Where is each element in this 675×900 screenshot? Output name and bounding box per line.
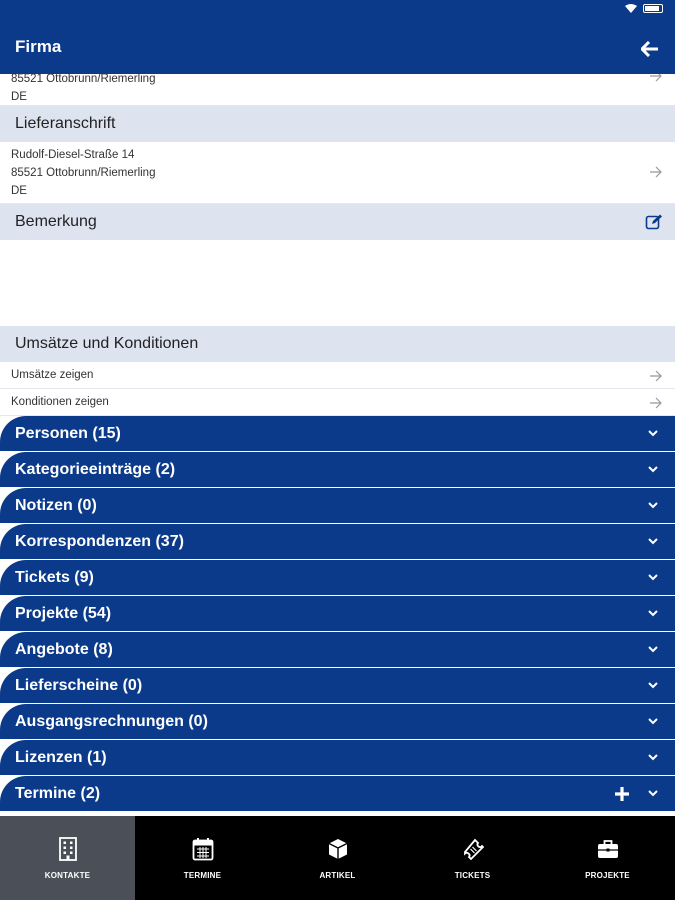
nav-label: PROJEKTE <box>585 870 630 880</box>
battery-icon <box>643 4 663 13</box>
chevron-down-icon <box>648 574 658 581</box>
arrow-right-icon <box>650 370 662 382</box>
remark-text-area[interactable] <box>0 240 675 326</box>
link-label: Konditionen zeigen <box>11 396 109 408</box>
section-title: Lieferanschrift <box>15 115 116 132</box>
nav-item-projects[interactable]: PROJEKTE <box>540 816 675 900</box>
conditions-link-row[interactable]: Konditionen zeigen <box>0 389 675 416</box>
group-row-persons[interactable]: Personen (15) <box>0 416 675 452</box>
chevron-down-icon <box>648 610 658 617</box>
link-label: Umsätze zeigen <box>11 369 94 381</box>
briefcase-icon <box>597 839 618 858</box>
section-title: Umsätze und Konditionen <box>15 335 199 352</box>
section-header-sales: Umsätze und Konditionen <box>0 326 675 362</box>
chevron-down-icon <box>648 754 658 761</box>
address-line: 85521 Ottobrunn/Riemerling <box>11 167 156 179</box>
nav-item-tickets[interactable]: TICKETS <box>405 816 540 900</box>
group-row-delivery-notes[interactable]: Lieferscheine (0) <box>0 668 675 704</box>
arrow-right-icon <box>650 166 662 178</box>
group-row-invoices[interactable]: Ausgangsrechnungen (0) <box>0 704 675 740</box>
group-row-categories[interactable]: Kategorieeinträge (2) <box>0 452 675 488</box>
ticket-icon <box>463 838 484 860</box>
billing-address-row[interactable]: 85521 Ottobrunn/Riemerling DE <box>0 74 675 106</box>
arrow-right-icon <box>650 74 662 82</box>
nav-label: TICKETS <box>454 870 491 880</box>
chevron-down-icon <box>648 466 658 473</box>
group-label: Lieferscheine (0) <box>15 676 143 694</box>
group-row-quotes[interactable]: Angebote (8) <box>0 632 675 668</box>
group-label: Ausgangsrechnungen (0) <box>15 712 208 730</box>
chevron-down-icon <box>648 790 658 797</box>
chevron-down-icon <box>648 538 658 545</box>
group-row-tickets[interactable]: Tickets (9) <box>0 560 675 596</box>
address-line: DE <box>11 185 27 197</box>
status-bar <box>0 0 675 24</box>
group-row-correspondence[interactable]: Korrespondenzen (37) <box>0 524 675 560</box>
app-bar: Firma <box>0 24 675 74</box>
chevron-down-icon <box>648 682 658 689</box>
sales-link-row[interactable]: Umsätze zeigen <box>0 362 675 389</box>
building-icon <box>58 836 77 861</box>
address-line: DE <box>11 91 27 103</box>
group-label: Korrespondenzen (37) <box>15 532 184 550</box>
group-row-projects[interactable]: Projekte (54) <box>0 596 675 632</box>
back-button[interactable] <box>635 34 665 64</box>
group-row-notes[interactable]: Notizen (0) <box>0 488 675 524</box>
nav-label: KONTAKTE <box>44 870 91 880</box>
group-label: Angebote (8) <box>15 640 113 658</box>
bottom-nav: KONTAKTE TERMINE ARTIKEL TICKETS PROJEKT… <box>0 816 675 900</box>
section-title: Bemerkung <box>15 213 97 230</box>
nav-item-contacts[interactable]: KONTAKTE <box>0 816 135 900</box>
nav-label: TERMINE <box>183 870 222 880</box>
calendar-icon <box>192 837 213 860</box>
page-title: Firma <box>15 37 62 56</box>
edit-icon[interactable] <box>645 213 663 231</box>
chevron-down-icon <box>648 430 658 437</box>
delivery-address-row[interactable]: Rudolf-Diesel-Straße 14 85521 Ottobrunn/… <box>0 142 675 204</box>
group-list: Personen (15) Kategorieeinträge (2) Noti… <box>0 416 675 812</box>
plus-icon[interactable] <box>613 785 631 803</box>
chevron-down-icon <box>648 502 658 509</box>
address-line: 85521 Ottobrunn/Riemerling <box>11 74 156 85</box>
arrow-left-icon <box>641 41 658 57</box>
group-row-licenses[interactable]: Lizenzen (1) <box>0 740 675 776</box>
section-header-remark: Bemerkung <box>0 204 675 240</box>
nav-item-articles[interactable]: ARTIKEL <box>270 816 405 900</box>
chevron-down-icon <box>648 718 658 725</box>
group-label: Projekte (54) <box>15 604 112 622</box>
status-icons <box>625 4 663 13</box>
group-label: Personen (15) <box>15 424 121 442</box>
section-header-delivery: Lieferanschrift <box>0 106 675 142</box>
nav-label: ARTIKEL <box>319 870 356 880</box>
group-label: Lizenzen (1) <box>15 748 107 766</box>
group-label: Termine (2) <box>15 784 101 802</box>
group-row-appointments[interactable]: Termine (2) <box>0 776 675 812</box>
box-icon <box>328 838 347 859</box>
wifi-icon <box>625 4 637 13</box>
chevron-down-icon <box>648 646 658 653</box>
group-label: Notizen (0) <box>15 496 97 514</box>
nav-item-appointments[interactable]: TERMINE <box>135 816 270 900</box>
content-scroll[interactable]: 85521 Ottobrunn/Riemerling DE Lieferansc… <box>0 74 675 816</box>
address-line: Rudolf-Diesel-Straße 14 <box>11 149 135 161</box>
group-label: Tickets (9) <box>15 568 94 586</box>
group-label: Kategorieeinträge (2) <box>15 460 176 478</box>
arrow-right-icon <box>650 397 662 409</box>
